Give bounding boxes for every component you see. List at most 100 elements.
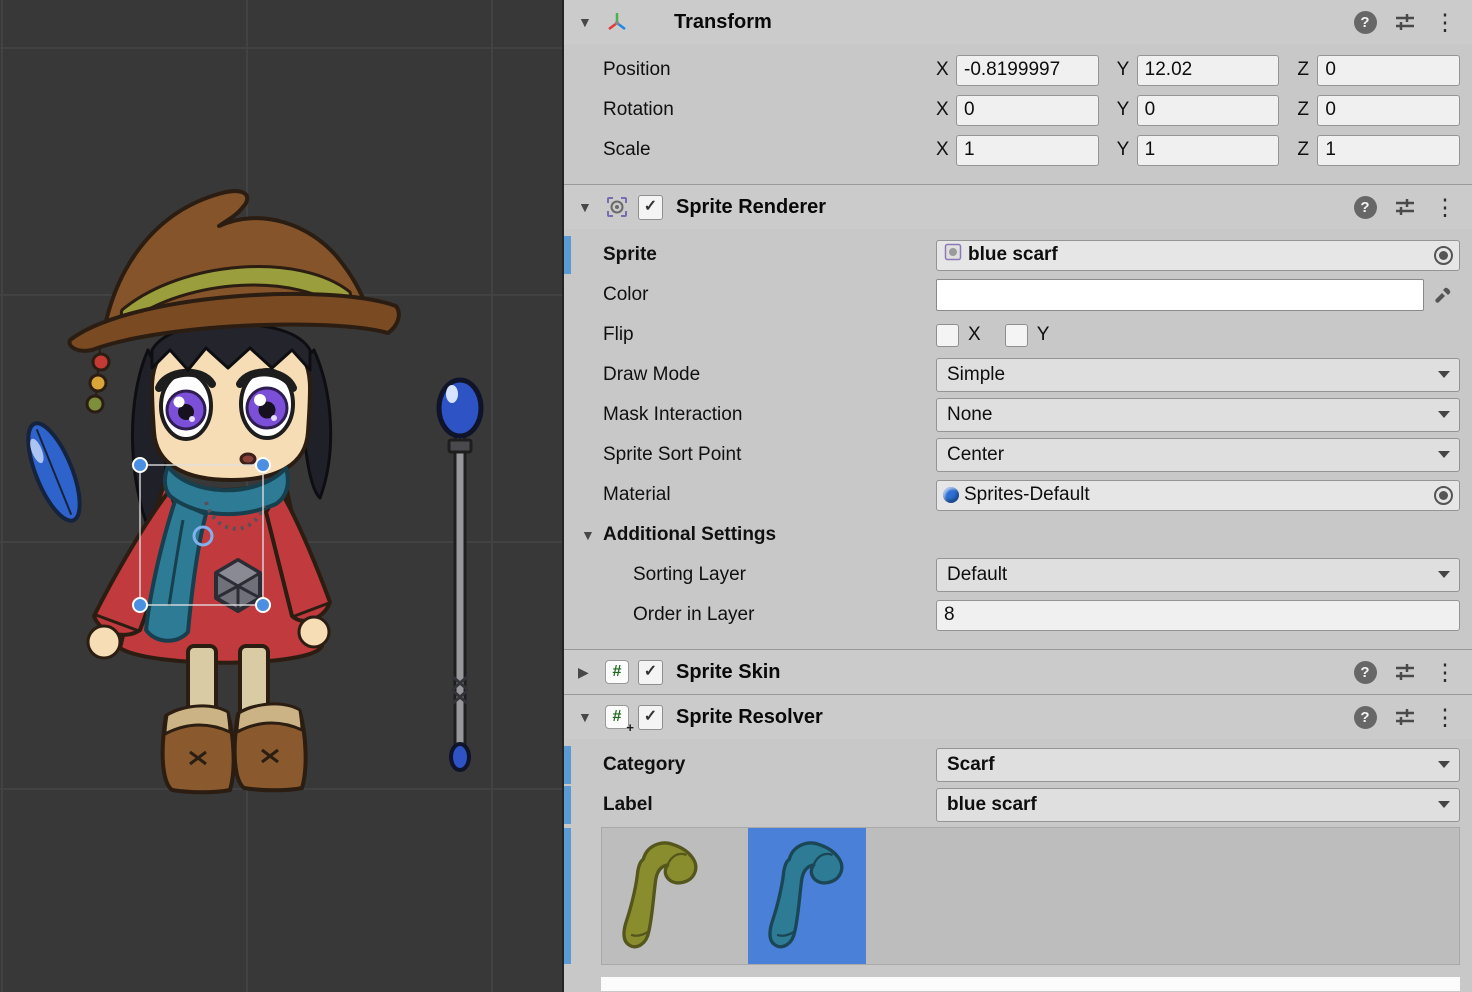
kebab-menu-icon[interactable]: ⋮ — [1432, 9, 1458, 35]
staff-sprite[interactable] — [439, 380, 481, 770]
sprite-sort-point-value: Center — [947, 444, 1004, 466]
category-row: Category Scarf — [564, 745, 1472, 785]
component-enabled-checkbox[interactable]: ✓ — [638, 195, 663, 220]
foldout-open-icon[interactable]: ▼ — [578, 199, 602, 215]
additional-settings-row[interactable]: ▼ Additional Settings — [564, 515, 1472, 555]
order-in-layer-input[interactable] — [936, 600, 1460, 631]
help-icon[interactable]: ? — [1352, 659, 1378, 685]
transform-title: Transform — [674, 11, 772, 34]
material-object-field[interactable]: Sprites-Default — [936, 480, 1460, 511]
character-hand-left — [88, 626, 120, 658]
order-in-layer-row: Order in Layer — [564, 595, 1472, 635]
rotation-z-input[interactable] — [1317, 95, 1460, 126]
mask-interaction-value: None — [947, 404, 992, 426]
scene-canvas[interactable] — [0, 0, 562, 992]
draw-mode-row: Draw Mode Simple — [564, 355, 1472, 395]
flip-x-checkbox[interactable] — [936, 324, 959, 347]
character-sprite[interactable] — [18, 191, 399, 792]
sprite-option-green-scarf[interactable] — [602, 828, 720, 964]
presets-icon[interactable] — [1392, 704, 1418, 730]
scale-label: Scale — [603, 139, 936, 161]
foldout-closed-icon[interactable]: ▶ — [578, 664, 602, 681]
presets-icon[interactable] — [1392, 659, 1418, 685]
category-label: Category — [603, 754, 936, 776]
position-y-input[interactable] — [1137, 55, 1280, 86]
category-select[interactable]: Scarf — [936, 748, 1460, 782]
sprite-value: blue scarf — [968, 244, 1428, 266]
kebab-menu-icon[interactable]: ⋮ — [1432, 659, 1458, 685]
prefab-override-bar — [564, 236, 571, 274]
help-icon[interactable]: ? — [1352, 194, 1378, 220]
flip-y-checkbox[interactable] — [1005, 324, 1028, 347]
help-icon[interactable]: ? — [1352, 704, 1378, 730]
color-row: Color — [564, 275, 1472, 315]
sprite-resolver-icon: #+ — [602, 704, 632, 730]
material-value: Sprites-Default — [964, 484, 1428, 506]
transform-icon — [602, 9, 632, 35]
additional-settings-label: Additional Settings — [603, 524, 936, 546]
sprite-option-blue-scarf[interactable] — [748, 828, 866, 964]
transform-header[interactable]: ▼ Transform ? ⋮ — [564, 0, 1472, 44]
inspector-panel: ▼ Transform ? ⋮ Position X Y Z — [562, 0, 1472, 992]
dropdown-arrow-icon — [1438, 571, 1450, 578]
draw-mode-select[interactable]: Simple — [936, 358, 1460, 392]
position-x-input[interactable] — [956, 55, 1099, 86]
sprite-skin-title: Sprite Skin — [676, 661, 780, 684]
sprite-row: Sprite blue scarf — [564, 235, 1472, 275]
help-icon[interactable]: ? — [1352, 9, 1378, 35]
sprite-sort-point-row: Sprite Sort Point Center — [564, 435, 1472, 475]
kebab-menu-icon[interactable]: ⋮ — [1432, 194, 1458, 220]
sprite-sort-point-label: Sprite Sort Point — [603, 444, 936, 466]
rotation-row: Rotation X Y Z — [564, 90, 1472, 130]
mask-interaction-row: Mask Interaction None — [564, 395, 1472, 435]
scale-x-input[interactable] — [956, 135, 1099, 166]
component-enabled-checkbox[interactable]: ✓ — [638, 705, 663, 730]
draw-mode-value: Simple — [947, 364, 1005, 386]
help-glyph: ? — [1354, 196, 1377, 219]
component-enabled-checkbox[interactable]: ✓ — [638, 660, 663, 685]
transform-component: ▼ Transform ? ⋮ Position X Y Z — [564, 0, 1472, 185]
foldout-open-icon[interactable]: ▼ — [578, 14, 602, 30]
label-value: blue scarf — [947, 794, 1037, 816]
character-hand-right — [299, 617, 329, 647]
sprite-resolver-header[interactable]: ▼ #+ ✓ Sprite Resolver ? ⋮ — [564, 695, 1472, 739]
object-picker-icon[interactable] — [1434, 246, 1453, 265]
scale-z-input[interactable] — [1317, 135, 1460, 166]
mask-interaction-select[interactable]: None — [936, 398, 1460, 432]
dropdown-arrow-icon — [1438, 411, 1450, 418]
position-row: Position X Y Z — [564, 50, 1472, 90]
help-glyph: ? — [1354, 11, 1377, 34]
help-glyph: ? — [1354, 661, 1377, 684]
plus-badge-glyph: + — [626, 721, 634, 734]
sprite-skin-header[interactable]: ▶ # ✓ Sprite Skin ? ⋮ — [564, 650, 1472, 694]
sprite-sort-point-select[interactable]: Center — [936, 438, 1460, 472]
character-mouth — [241, 454, 255, 464]
scale-y-input[interactable] — [1137, 135, 1280, 166]
rotation-y-input[interactable] — [1137, 95, 1280, 126]
sprite-renderer-header[interactable]: ▼ ✓ Sprite Renderer ? ⋮ — [564, 185, 1472, 229]
axis-z-label: Z — [1297, 139, 1312, 161]
object-picker-icon[interactable] — [1434, 486, 1453, 505]
hat-feather — [18, 417, 90, 527]
foldout-open-icon[interactable]: ▼ — [578, 709, 602, 725]
color-swatch[interactable] — [936, 279, 1424, 311]
unity-editor: ▼ Transform ? ⋮ Position X Y Z — [0, 0, 1472, 992]
category-value: Scarf — [947, 754, 995, 776]
script-glyph: # — [613, 708, 622, 726]
presets-icon[interactable] — [1392, 9, 1418, 35]
sorting-layer-select[interactable]: Default — [936, 558, 1460, 592]
flip-y-label: Y — [1037, 324, 1050, 346]
sprite-object-field[interactable]: blue scarf — [936, 240, 1460, 271]
position-z-input[interactable] — [1317, 55, 1460, 86]
presets-icon[interactable] — [1392, 194, 1418, 220]
order-in-layer-label: Order in Layer — [603, 604, 936, 626]
foldout-open-icon[interactable]: ▼ — [581, 527, 603, 543]
eyedropper-icon[interactable] — [1426, 280, 1460, 310]
axis-x-label: X — [936, 59, 951, 81]
prefab-override-bar — [564, 828, 571, 964]
kebab-menu-icon[interactable]: ⋮ — [1432, 704, 1458, 730]
label-select[interactable]: blue scarf — [936, 788, 1460, 822]
script-glyph: # — [613, 663, 622, 681]
rotation-x-input[interactable] — [956, 95, 1099, 126]
scene-view[interactable] — [0, 0, 562, 992]
